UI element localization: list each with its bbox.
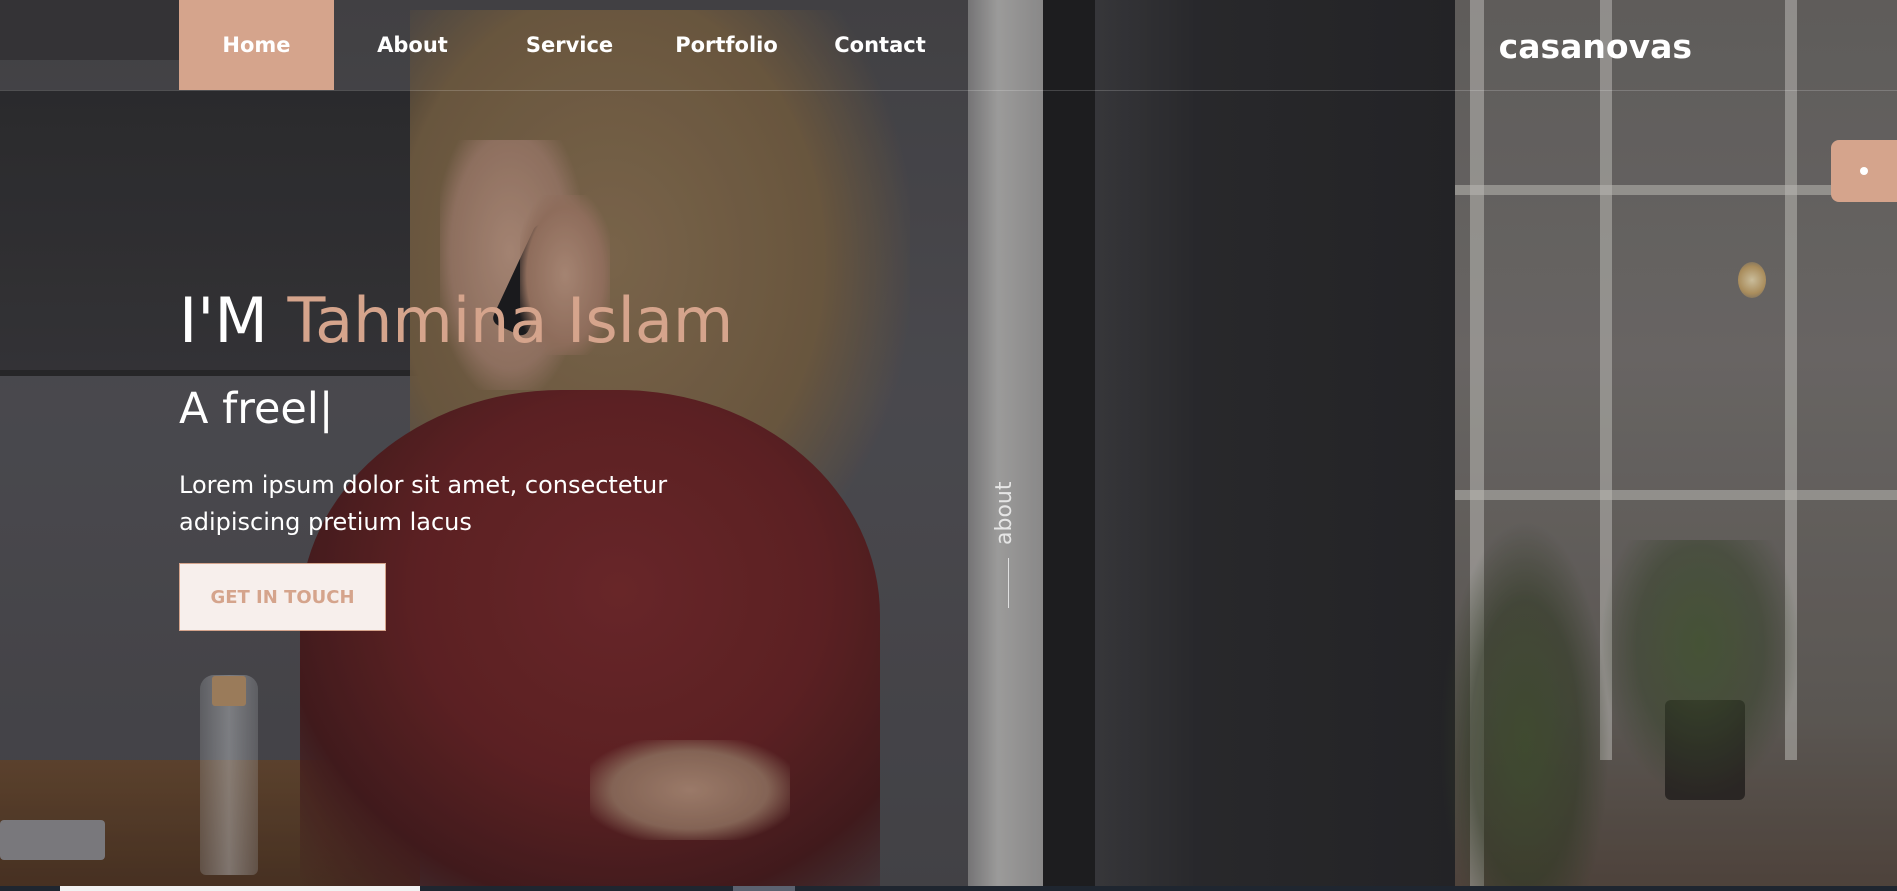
- dot-icon: [1860, 167, 1868, 175]
- site-logo[interactable]: casanovas: [1499, 27, 1692, 66]
- hero-title: I'M Tahmina Islam: [179, 290, 733, 352]
- main-nav: Home About Service Portfolio Contact: [179, 0, 955, 90]
- about-scroll-link[interactable]: about: [990, 470, 1026, 610]
- nav-item-contact[interactable]: Contact: [805, 0, 955, 90]
- about-line-divider: [1008, 558, 1009, 608]
- hero-description-line: Lorem ipsum dolor sit amet, consectetur: [179, 471, 668, 499]
- nav-item-portfolio[interactable]: Portfolio: [648, 0, 805, 90]
- hero-title-prefix: I'M: [179, 284, 288, 357]
- scrollbar-thumb[interactable]: [60, 886, 420, 891]
- background-overlay: [0, 0, 1897, 891]
- about-label: about: [992, 481, 1017, 545]
- nav-item-home[interactable]: Home: [179, 0, 334, 90]
- hero-title-name: Tahmina Islam: [287, 284, 734, 357]
- hero-description-line: adipiscing pretium lacus: [179, 508, 472, 536]
- settings-toggle-button[interactable]: [1831, 140, 1897, 202]
- get-in-touch-button[interactable]: GET IN TOUCH: [179, 563, 386, 631]
- hero-description: Lorem ipsum dolor sit amet, consectetur …: [179, 467, 739, 541]
- hero-section: Home About Service Portfolio Contact cas…: [0, 0, 1897, 891]
- nav-item-service[interactable]: Service: [491, 0, 648, 90]
- nav-item-about[interactable]: About: [334, 0, 491, 90]
- hero-typed-text: A freel|: [179, 384, 334, 434]
- site-header: Home About Service Portfolio Contact cas…: [0, 0, 1897, 91]
- scrollbar-marker: [733, 886, 795, 891]
